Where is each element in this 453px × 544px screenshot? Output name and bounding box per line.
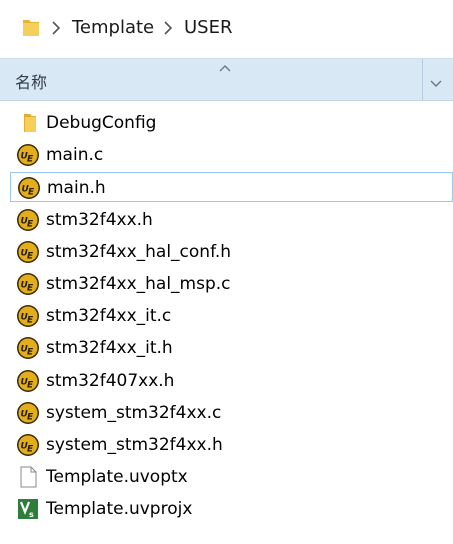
- file-row[interactable]: U E stm32f4xx_hal_msp.c: [10, 269, 453, 299]
- file-name: stm32f4xx_hal_msp.c: [46, 274, 231, 294]
- file-name: stm32f4xx_it.h: [46, 338, 173, 359]
- file-name: main.c: [46, 145, 104, 166]
- ultraedit-icon: U E: [16, 304, 40, 328]
- blank-file-icon: [16, 465, 40, 489]
- chevron-right-icon: [164, 20, 173, 35]
- svg-text:E: E: [27, 251, 34, 261]
- keil-uvision-icon: s: [16, 497, 40, 521]
- ultraedit-icon: U E: [17, 176, 41, 200]
- svg-text:E: E: [27, 155, 34, 165]
- svg-text:s: s: [29, 510, 34, 519]
- ultraedit-icon: U E: [16, 240, 40, 264]
- folder-icon: [22, 17, 40, 41]
- file-row[interactable]: U E system_stm32f4xx.h: [10, 430, 453, 460]
- chevron-right-icon: [52, 20, 61, 35]
- breadcrumb-item[interactable]: USER: [184, 16, 232, 40]
- file-name: system_stm32f4xx.h: [46, 435, 223, 455]
- svg-text:E: E: [27, 316, 34, 326]
- file-row[interactable]: U E main.h: [10, 172, 453, 203]
- file-row[interactable]: DebugConfig: [10, 108, 453, 138]
- ultraedit-icon: U E: [16, 208, 40, 232]
- ultraedit-icon: U E: [16, 401, 40, 425]
- ultraedit-icon: U E: [16, 369, 40, 393]
- column-header: 名称: [0, 58, 453, 101]
- svg-text:E: E: [27, 284, 34, 294]
- svg-text:E: E: [28, 188, 35, 198]
- file-name: stm32f4xx_it.c: [46, 306, 172, 327]
- file-row[interactable]: U E stm32f4xx_it.h: [10, 333, 453, 363]
- file-name: main.h: [47, 178, 106, 199]
- svg-text:E: E: [27, 219, 34, 229]
- chevron-down-icon[interactable]: [429, 74, 443, 93]
- address-bar[interactable]: Template USER: [0, 0, 453, 57]
- file-name: stm32f407xx.h: [46, 370, 175, 391]
- breadcrumb-item[interactable]: Template: [72, 16, 154, 40]
- file-name: stm32f4xx_hal_conf.h: [46, 241, 231, 262]
- file-row[interactable]: s Template.uvprojx: [10, 494, 453, 524]
- file-name: Template.uvprojx: [46, 499, 193, 520]
- ultraedit-icon: U E: [16, 433, 40, 457]
- svg-text:E: E: [27, 380, 34, 390]
- file-row[interactable]: U E system_stm32f4xx.c: [10, 398, 453, 428]
- file-name: DebugConfig: [46, 113, 157, 133]
- file-name: system_stm32f4xx.c: [46, 402, 222, 423]
- ultraedit-icon: U E: [16, 143, 40, 167]
- name-column-header[interactable]: 名称: [15, 69, 47, 93]
- file-row[interactable]: U E stm32f4xx_hal_conf.h: [10, 237, 453, 267]
- svg-text:E: E: [27, 412, 34, 422]
- svg-text:E: E: [27, 348, 34, 358]
- column-divider[interactable]: [422, 59, 423, 100]
- folder-icon: [16, 111, 40, 135]
- sort-ascending-icon: [218, 58, 232, 77]
- file-name: Template.uvoptx: [46, 467, 188, 488]
- ultraedit-icon: U E: [16, 272, 40, 296]
- svg-text:E: E: [27, 445, 34, 455]
- file-row[interactable]: Template.uvoptx: [10, 462, 453, 492]
- ultraedit-icon: U E: [16, 336, 40, 360]
- file-row[interactable]: U E stm32f4xx.h: [10, 205, 453, 235]
- file-row[interactable]: U E main.c: [10, 140, 453, 170]
- file-row[interactable]: U E stm32f407xx.h: [10, 366, 453, 396]
- file-name: stm32f4xx.h: [46, 209, 153, 230]
- file-row[interactable]: U E stm32f4xx_it.c: [10, 301, 453, 331]
